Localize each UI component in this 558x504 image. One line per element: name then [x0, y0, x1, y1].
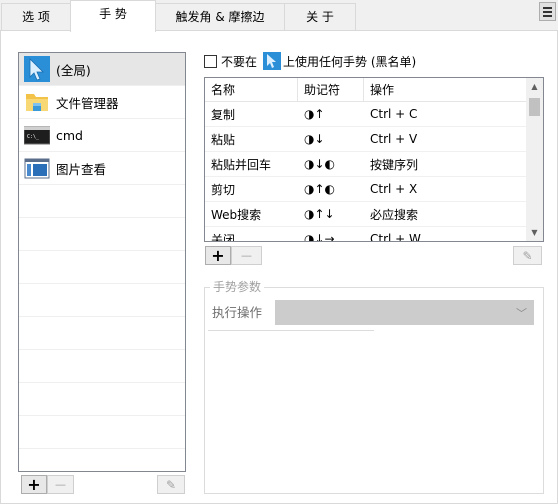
header-mnemonic[interactable]: 助记符 — [298, 78, 364, 101]
app-item-image-viewer[interactable]: 图片查看 — [19, 152, 185, 185]
cell-action: Ctrl + W — [370, 232, 421, 242]
app-item-label: cmd — [56, 127, 83, 143]
edit-icon: ✎ — [165, 477, 177, 492]
minus-icon: — — [55, 478, 66, 491]
vertical-scrollbar[interactable]: ▲ ▼ — [526, 78, 543, 241]
tab-about[interactable]: 关 于 — [284, 3, 356, 31]
cell-name: Web搜索 — [211, 207, 262, 222]
edit-icon: ✎ — [522, 248, 533, 263]
scroll-down-icon[interactable]: ▼ — [526, 224, 543, 241]
divider — [208, 330, 374, 331]
list-empty-row — [19, 317, 185, 350]
tab-options[interactable]: 选 项 — [1, 3, 71, 31]
terminal-icon: C:\_ — [23, 122, 51, 148]
header-action[interactable]: 操作 — [364, 78, 526, 101]
blacklist-row: 不要在 上使用任何手势 (黑名单) — [204, 51, 416, 71]
tab-label: 触发角 & 摩擦边 — [175, 10, 265, 24]
cell-mnemonic: ◑↑ — [304, 107, 325, 121]
header-name[interactable]: 名称 — [205, 78, 298, 101]
table-row[interactable]: 关闭 ◑↓→ Ctrl + W — [205, 227, 526, 242]
cell-action: Ctrl + C — [370, 107, 418, 121]
cell-mnemonic: ◑↓→ — [304, 232, 335, 242]
tab-gestures[interactable]: 手 势 — [70, 0, 156, 32]
gesture-params-title: 手势参数 — [210, 278, 265, 295]
plus-icon: + — [27, 474, 41, 494]
table-row[interactable]: 粘贴并回车 ◑↓◐ 按键序列 — [205, 152, 526, 177]
tab-corners-edges[interactable]: 触发角 & 摩擦边 — [155, 3, 285, 31]
app-item-label: (全局) — [56, 62, 91, 78]
app-item-file-manager[interactable]: 文件管理器 — [19, 86, 185, 119]
image-viewer-icon — [24, 155, 50, 181]
blacklist-prefix: 不要在 — [221, 54, 258, 69]
scroll-up-icon[interactable]: ▲ — [526, 78, 543, 95]
tab-label: 手 势 — [99, 7, 127, 21]
table-header: 名称 助记符 操作 — [205, 78, 526, 102]
list-empty-row — [19, 350, 185, 383]
tab-strip: 选 项 手 势 触发角 & 摩擦边 关 于 — [0, 0, 558, 32]
svg-text:C:\_: C:\_ — [27, 134, 40, 140]
exec-action-label: 执行操作 — [212, 305, 263, 320]
cursor-app-icon — [263, 52, 282, 70]
blacklist-suffix: 上使用任何手势 (黑名单) — [283, 54, 417, 69]
plus-icon: + — [211, 245, 225, 265]
cell-action: 必应搜索 — [370, 207, 419, 222]
edit-app-button[interactable]: ✎ — [157, 475, 185, 494]
gesture-table[interactable]: 名称 助记符 操作 复制 ◑↑ Ctrl + C 粘贴 ◑↓ Ctrl + V … — [204, 77, 544, 242]
cell-mnemonic: ◑↓◐ — [304, 157, 335, 171]
global-cursor-icon — [24, 56, 50, 82]
add-app-button[interactable]: + — [21, 475, 47, 494]
cell-name: 关闭 — [211, 232, 236, 242]
cell-name: 粘贴并回车 — [211, 157, 272, 172]
scroll-thumb[interactable] — [529, 98, 540, 116]
remove-gesture-button[interactable]: — — [231, 246, 262, 265]
edit-gesture-button[interactable]: ✎ — [513, 246, 542, 265]
app-item-global[interactable]: (全局) — [19, 53, 185, 86]
cell-name: 粘贴 — [211, 132, 236, 147]
cell-name: 复制 — [211, 107, 236, 122]
app-list[interactable]: (全局) 文件管理器 C:\_ cmd 图片查看 — [18, 52, 186, 472]
folder-icon — [24, 89, 50, 115]
cell-mnemonic: ◑↑◐ — [304, 182, 335, 196]
table-row[interactable]: 复制 ◑↑ Ctrl + C — [205, 102, 526, 127]
list-empty-row — [19, 284, 185, 317]
list-empty-row — [19, 251, 185, 284]
add-gesture-button[interactable]: + — [205, 246, 231, 265]
blacklist-checkbox[interactable] — [204, 54, 217, 68]
tab-label: 选 项 — [22, 10, 50, 24]
chevron-down-icon: ﹀ — [516, 307, 527, 320]
table-row[interactable]: 粘贴 ◑↓ Ctrl + V — [205, 127, 526, 152]
app-item-label: 图片查看 — [56, 161, 107, 177]
menu-icon[interactable] — [539, 2, 556, 21]
app-item-label: 文件管理器 — [56, 95, 119, 111]
list-empty-row — [19, 185, 185, 218]
list-empty-row — [19, 218, 185, 251]
list-empty-row — [19, 416, 185, 449]
cell-mnemonic: ◑↓ — [304, 132, 325, 146]
list-empty-row — [19, 383, 185, 416]
list-empty-row — [19, 449, 185, 471]
remove-app-button[interactable]: — — [47, 475, 74, 494]
cell-action: Ctrl + X — [370, 182, 418, 196]
app-item-cmd[interactable]: C:\_ cmd — [19, 119, 185, 152]
exec-action-select[interactable]: ﹀ — [275, 300, 534, 325]
minus-icon: — — [241, 249, 252, 262]
table-row[interactable]: 剪切 ◑↑◐ Ctrl + X — [205, 177, 526, 202]
tab-label: 关 于 — [306, 10, 334, 24]
cell-action: Ctrl + V — [370, 132, 418, 146]
cell-action: 按键序列 — [370, 157, 419, 172]
cell-mnemonic: ◑↑↓ — [304, 207, 335, 221]
cell-name: 剪切 — [211, 182, 236, 197]
table-row[interactable]: Web搜索 ◑↑↓ 必应搜索 — [205, 202, 526, 227]
